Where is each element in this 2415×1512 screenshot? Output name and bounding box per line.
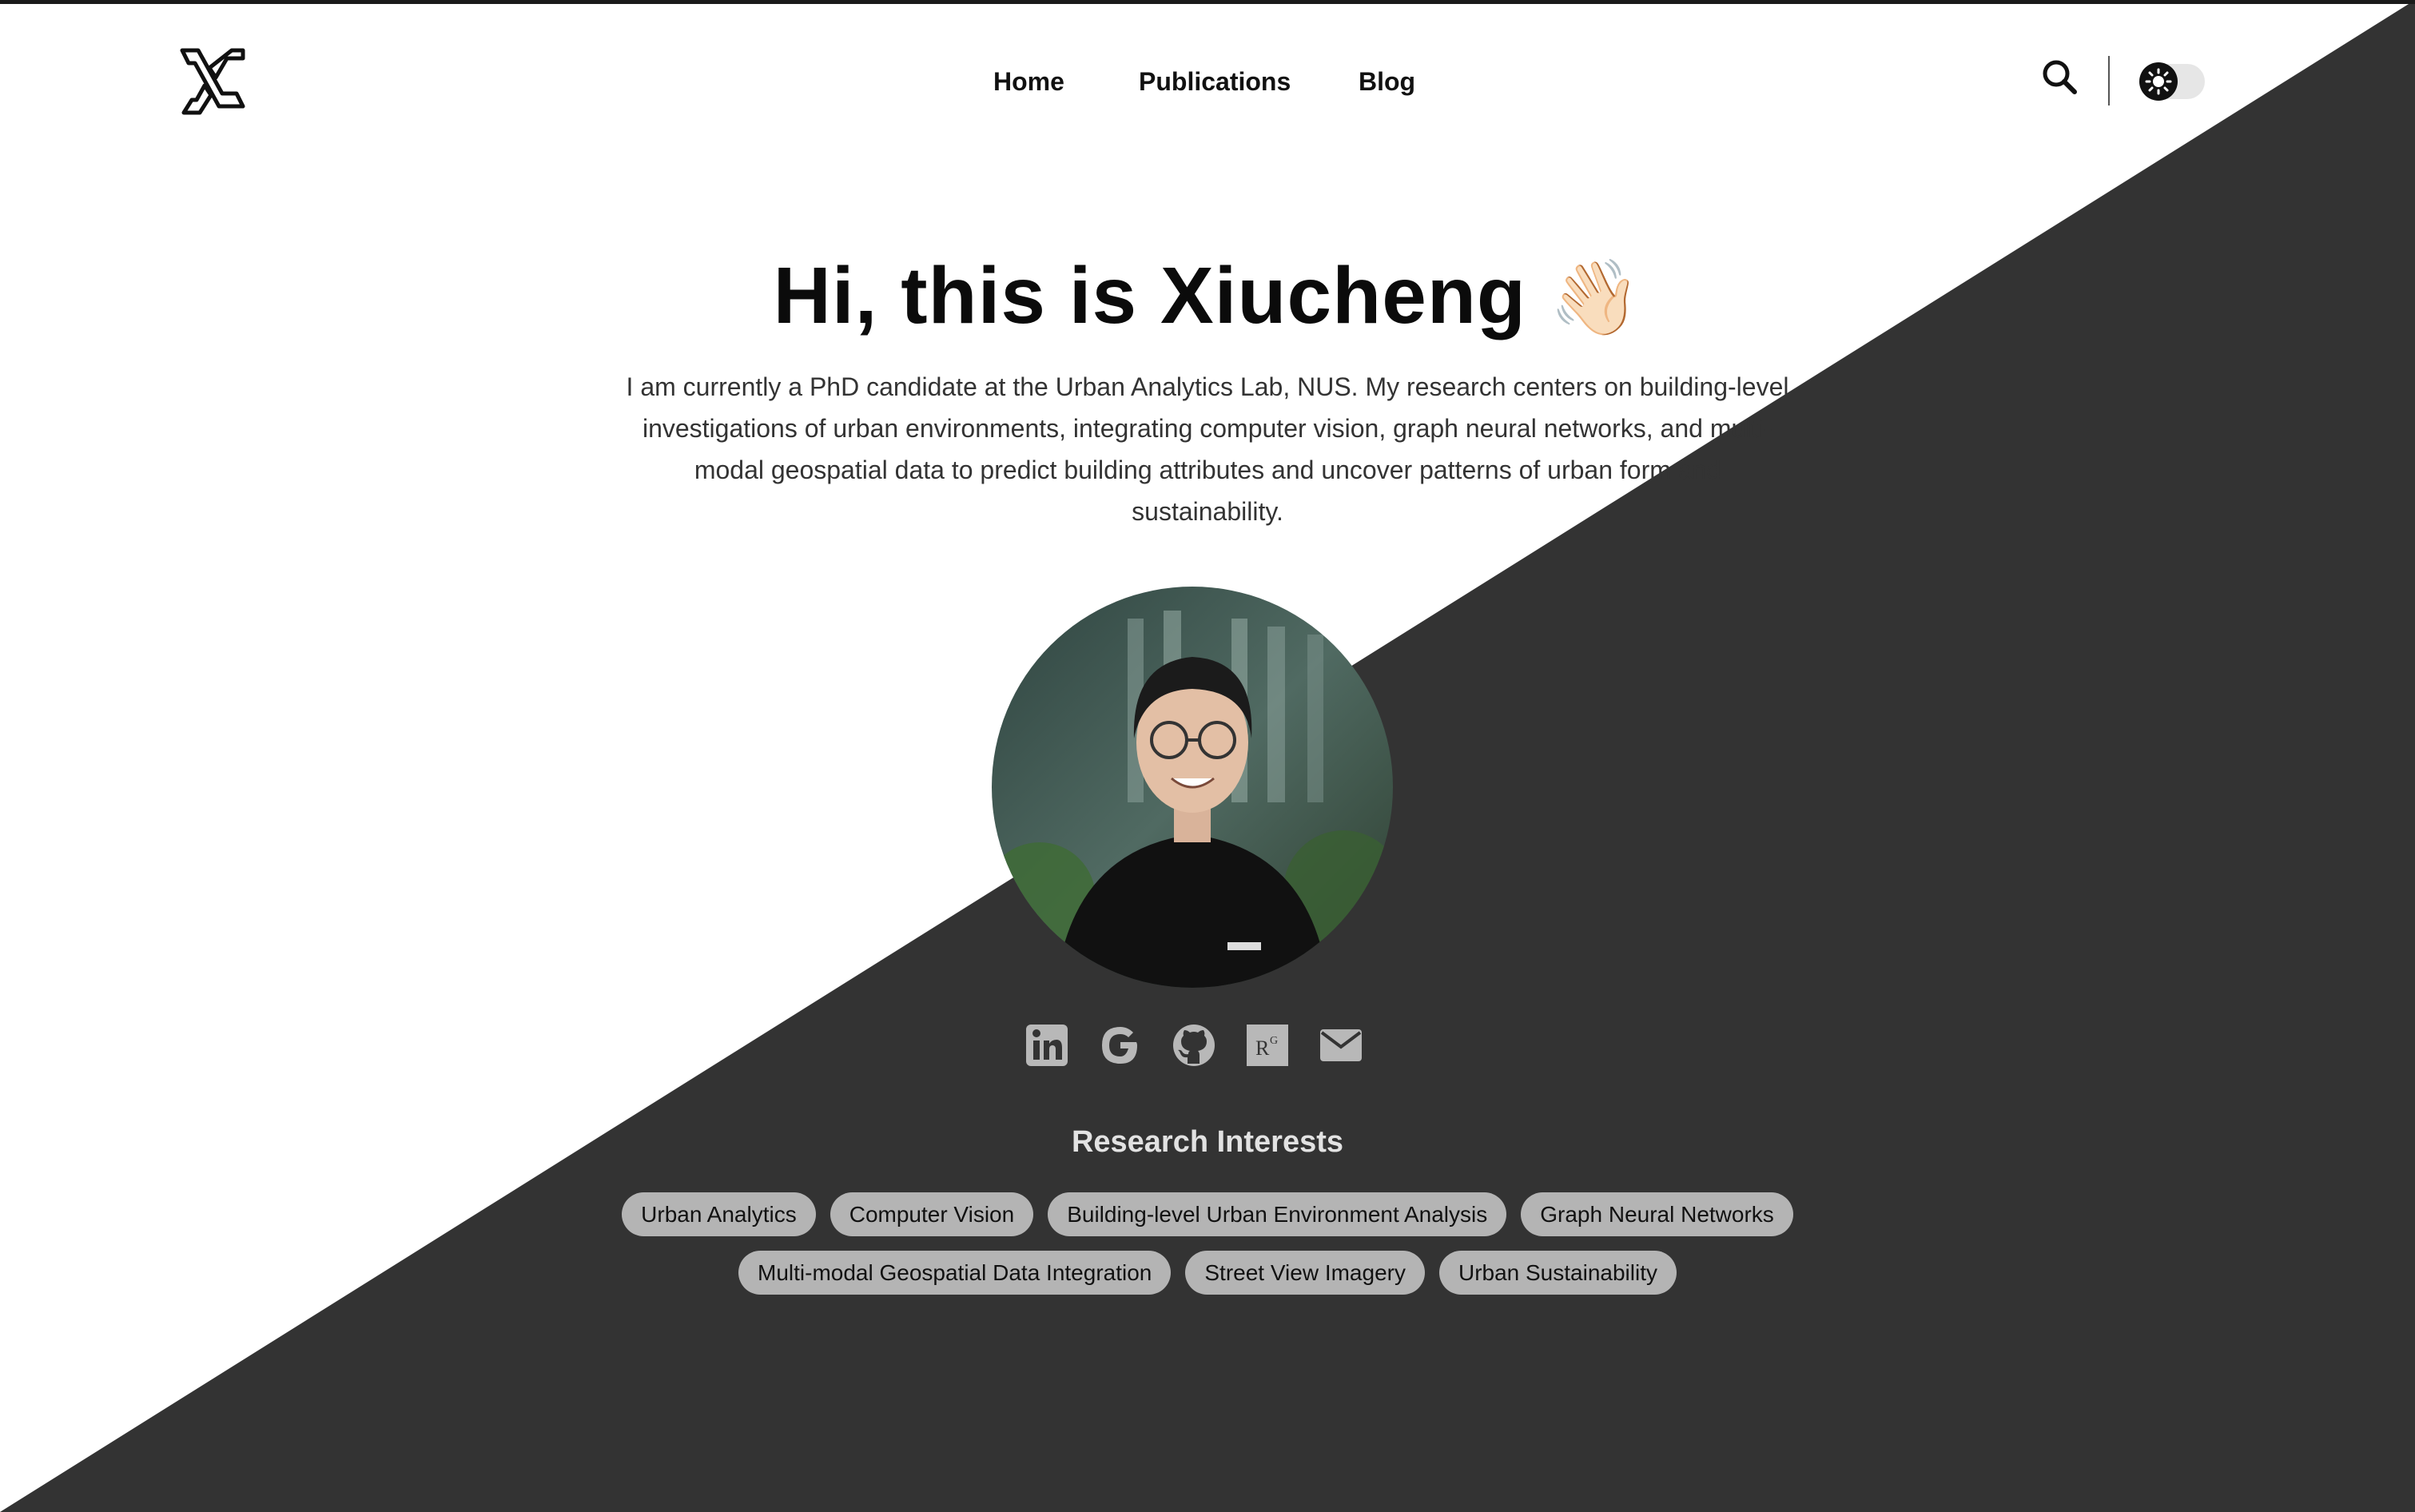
research-tags: Urban Analytics Computer Vision Building… bbox=[607, 1192, 1808, 1309]
bio-text: I am currently a PhD candidate at the Ur… bbox=[626, 372, 1789, 526]
svg-text:G: G bbox=[1270, 1035, 1278, 1047]
github-icon[interactable] bbox=[1172, 1023, 1216, 1068]
tag-street-view[interactable]: Street View Imagery bbox=[1185, 1251, 1425, 1295]
tag-row-2: Multi-modal Geospatial Data Integration … bbox=[607, 1251, 1808, 1295]
google-scholar-icon[interactable] bbox=[1098, 1023, 1143, 1068]
tag-building-level[interactable]: Building-level Urban Environment Analysi… bbox=[1048, 1192, 1507, 1236]
tag-computer-vision[interactable]: Computer Vision bbox=[830, 1192, 1034, 1236]
waving-hand-emoji: 👋🏻 bbox=[1549, 257, 1642, 339]
svg-text:R: R bbox=[1255, 1037, 1270, 1060]
hero-section: Hi, this is Xiucheng 👋🏻 I am currently a… bbox=[0, 0, 2415, 1512]
email-icon[interactable] bbox=[1319, 1023, 1363, 1068]
tag-row-1: Urban Analytics Computer Vision Building… bbox=[607, 1192, 1808, 1236]
tag-urban-analytics[interactable]: Urban Analytics bbox=[622, 1192, 816, 1236]
linkedin-icon[interactable] bbox=[1024, 1023, 1069, 1068]
tag-urban-sustainability[interactable]: Urban Sustainability bbox=[1438, 1251, 1677, 1295]
social-links: R G bbox=[1023, 1023, 1375, 1074]
research-interests-title: Research Interests bbox=[1071, 1125, 1344, 1159]
page-title: Hi, this is Xiucheng 👋🏻 bbox=[0, 240, 2415, 354]
tag-multimodal[interactable]: Multi-modal Geospatial Data Integration bbox=[738, 1251, 1172, 1295]
researchgate-icon[interactable]: R G bbox=[1245, 1023, 1290, 1068]
title-text: Hi, this is Xiucheng bbox=[773, 251, 1526, 340]
avatar bbox=[992, 587, 1393, 988]
tag-gnn[interactable]: Graph Neural Networks bbox=[1521, 1192, 1793, 1236]
top-border bbox=[0, 0, 2415, 4]
